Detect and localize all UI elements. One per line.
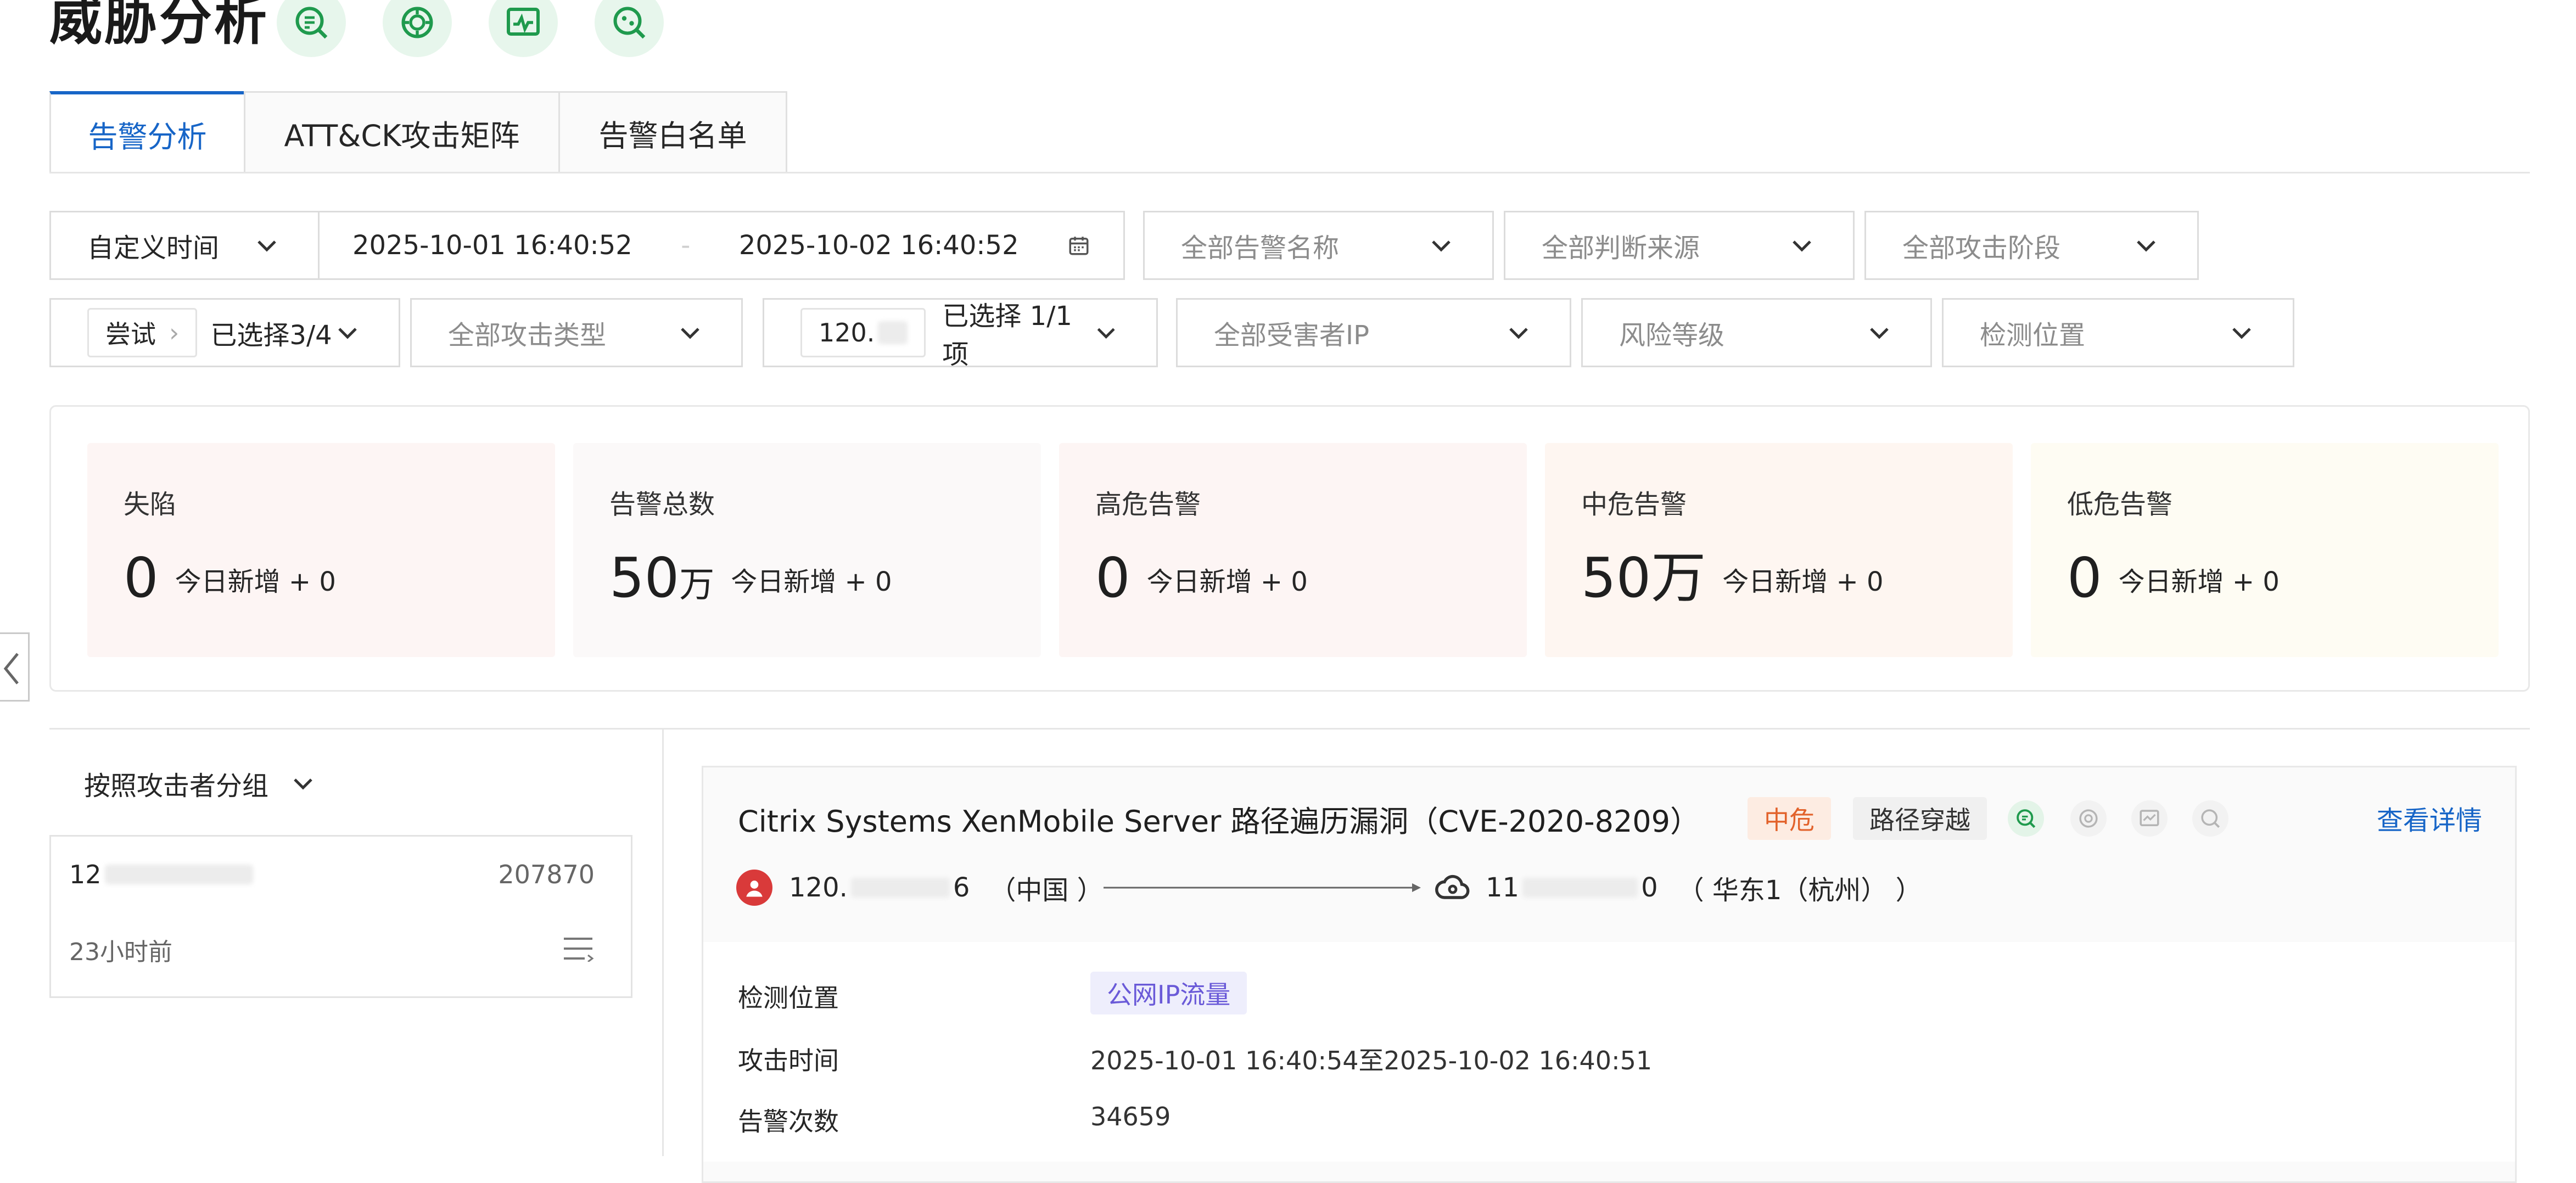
field-label: 检测位置 xyxy=(738,983,839,1013)
source-multi-select[interactable]: 尝试 › 已选择3/4 xyxy=(49,298,400,367)
start-time-input[interactable]: 2025-10-01 16:40:52 xyxy=(352,230,632,261)
tab-alert-whitelist[interactable]: 告警白名单 xyxy=(558,91,787,173)
chevron-down-icon xyxy=(1432,240,1451,252)
chevron-down-icon xyxy=(1793,240,1811,252)
stat-card-medium-risk[interactable]: 中危告警 50万 今日新增 + 0 xyxy=(1545,443,2013,657)
stat-card-high-risk[interactable]: 高危告警 0 今日新增 + 0 xyxy=(1059,443,1527,657)
alert-count: 207870 xyxy=(498,860,595,889)
chevron-down-icon xyxy=(2137,240,2155,252)
tab-divider xyxy=(49,172,2530,173)
page-title: 威胁分析 xyxy=(49,0,269,52)
chevron-down-icon xyxy=(1870,328,1889,339)
stat-card-total-alerts[interactable]: 告警总数 50万 今日新增 + 0 xyxy=(573,443,1041,657)
chevron-right-icon: › xyxy=(169,318,180,347)
chart-monitor-icon[interactable] xyxy=(2131,800,2168,837)
alert-detail-body: 检测位置 公网IP流量 攻击时间 2025-10-01 16:40:54至202… xyxy=(703,942,2515,1162)
tab-attck-matrix[interactable]: ATT&CK攻击矩阵 xyxy=(244,91,560,173)
threat-scan-icon[interactable] xyxy=(595,0,664,57)
stats-panel: 失陷 0 今日新增 + 0 告警总数 50万 今日新增 + 0 高危告警 0 今日新增… xyxy=(49,405,2530,692)
chevron-down-icon xyxy=(681,328,699,339)
severity-badge: 中危 xyxy=(1748,797,1831,840)
chart-monitor-icon[interactable] xyxy=(489,0,558,57)
sort-list-icon[interactable] xyxy=(562,935,595,962)
time-type-select[interactable]: 自定义时间 xyxy=(49,211,320,280)
calendar-icon xyxy=(1069,237,1089,255)
category-badge: 路径穿越 xyxy=(1853,797,1987,840)
detect-position-tag: 公网IP流量 xyxy=(1090,972,1247,1014)
sidebar-collapse-tab[interactable] xyxy=(0,632,30,702)
search-report-icon[interactable] xyxy=(2008,800,2044,837)
tab-alert-analysis[interactable]: 告警分析 xyxy=(49,91,245,173)
selected-tag[interactable]: 尝试 › xyxy=(87,308,198,357)
victim-ip: 11 xyxy=(1486,872,1520,903)
alert-title: Citrix Systems XenMobile Server 路径遍历漏洞（C… xyxy=(738,804,1700,839)
end-time-input[interactable]: 2025-10-02 16:40:52 xyxy=(739,230,1019,261)
chevron-down-icon xyxy=(294,778,312,790)
attacker-group-item[interactable]: 12 207870 23小时前 xyxy=(49,835,632,998)
field-label: 告警次数 xyxy=(738,1107,839,1136)
redacted-ip xyxy=(104,865,253,884)
radar-icon[interactable] xyxy=(383,0,452,57)
detect-position-select[interactable]: 检测位置 xyxy=(1942,298,2294,367)
attacker-ip: 12 xyxy=(69,860,102,889)
alert-name-select[interactable]: 全部告警名称 xyxy=(1143,211,1494,280)
judge-source-select[interactable]: 全部判断来源 xyxy=(1504,211,1855,280)
risk-level-select[interactable]: 风险等级 xyxy=(1581,298,1932,367)
search-report-icon[interactable] xyxy=(277,0,346,57)
attack-time-value: 2025-10-01 16:40:54至2025-10-02 16:40:51 xyxy=(1090,1046,1653,1075)
victim-ip-select[interactable]: 全部受害者IP xyxy=(1176,298,1571,367)
stat-card-low-risk[interactable]: 低危告警 0 今日新增 + 0 xyxy=(2031,443,2499,657)
attacker-location: （中国 ） xyxy=(989,875,1104,906)
threat-scan-icon[interactable] xyxy=(2192,800,2228,837)
victim-cloud-icon xyxy=(1433,868,1472,910)
redacted-ip xyxy=(850,878,950,898)
victim-location: （ 华东1（杭州） ） xyxy=(1677,875,1922,906)
chevron-down-icon xyxy=(1509,328,1528,339)
chevron-down-icon xyxy=(1097,328,1115,339)
attacker-ip: 120. xyxy=(789,872,848,903)
chevron-down-icon xyxy=(2232,328,2251,339)
attacker-icon xyxy=(736,870,772,906)
field-label: 攻击时间 xyxy=(738,1046,839,1075)
alert-count-value: 34659 xyxy=(1090,1102,1171,1131)
group-by-select[interactable]: 按照攻击者分组 xyxy=(84,764,318,803)
chevron-down-icon xyxy=(257,240,276,252)
view-details-link[interactable]: 查看详情 xyxy=(2377,799,2482,837)
last-seen-time: 23小时前 xyxy=(69,938,172,966)
attack-type-select[interactable]: 全部攻击类型 xyxy=(410,298,743,367)
chevron-left-icon xyxy=(3,653,19,685)
range-separator: - xyxy=(681,230,691,261)
attack-stage-select[interactable]: 全部攻击阶段 xyxy=(1864,211,2199,280)
redacted-ip xyxy=(1522,878,1638,898)
redacted-ip xyxy=(878,321,908,344)
attacker-ip-select[interactable]: 120. 已选择 1/1 项 xyxy=(763,298,1158,370)
selected-ip-tag[interactable]: 120. xyxy=(800,308,926,357)
attack-path-arrow xyxy=(1104,883,1421,892)
date-range-picker[interactable]: 2025-10-01 16:40:52 - 2025-10-02 16:40:5… xyxy=(318,211,1125,280)
column-divider xyxy=(662,728,664,1156)
section-divider xyxy=(49,728,2530,730)
chevron-down-icon xyxy=(338,328,357,339)
radar-icon[interactable] xyxy=(2070,800,2107,837)
stat-card-compromised[interactable]: 失陷 0 今日新增 + 0 xyxy=(87,443,555,657)
